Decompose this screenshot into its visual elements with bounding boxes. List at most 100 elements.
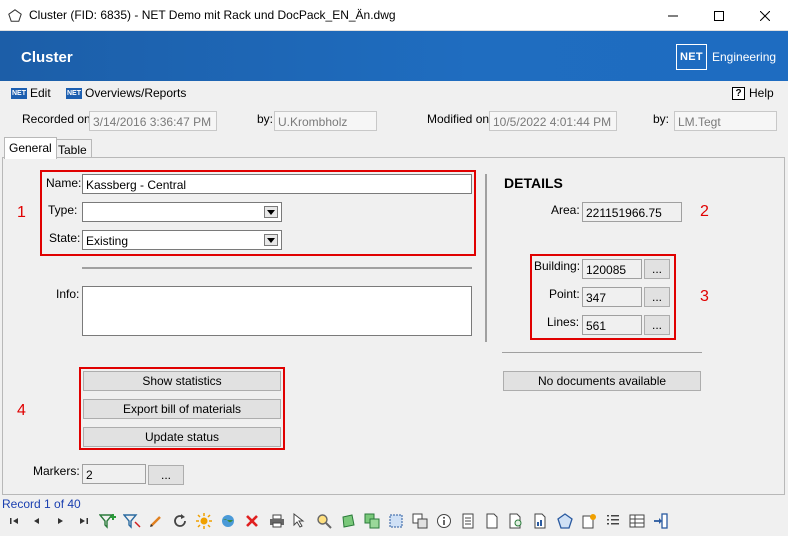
markers-label: Markers: — [33, 464, 80, 478]
modified-by-field: LM.Tegt — [674, 111, 777, 131]
logo-text: Engineering — [712, 50, 777, 64]
form-header: Cluster NET Engineering — [0, 31, 788, 81]
zoom-to-button[interactable] — [218, 511, 238, 531]
new-document-icon — [582, 514, 596, 529]
lines-label: Lines: — [547, 315, 580, 329]
arrange-icon — [607, 515, 619, 525]
maximize-button[interactable] — [696, 0, 742, 31]
title-bar: Cluster (FID: 6835) - NET Demo mit Rack … — [0, 0, 788, 31]
highlight-button[interactable] — [194, 511, 214, 531]
pencil-icon — [150, 516, 161, 527]
net-engineering-logo: NET Engineering — [676, 44, 776, 70]
building-label: Building: — [534, 259, 581, 273]
separator — [82, 267, 472, 269]
markers-field: 2 — [82, 464, 146, 484]
info-textarea[interactable] — [82, 286, 472, 336]
print-button[interactable] — [267, 511, 287, 531]
delete-button[interactable] — [242, 511, 262, 531]
recorded-on-field: 3/14/2016 3:36:47 PM — [89, 111, 217, 131]
building-browse-button[interactable]: ... — [644, 259, 670, 279]
exit-button[interactable] — [651, 511, 671, 531]
tab-general[interactable]: General — [4, 137, 57, 159]
help-menu-label: Help — [749, 86, 774, 100]
modified-on-label: Modified on: — [427, 112, 493, 126]
next-icon — [58, 518, 63, 524]
type-select[interactable] — [82, 202, 282, 222]
globe-refresh-icon — [222, 515, 234, 527]
refresh-icon — [174, 514, 186, 527]
help-icon: ? — [732, 86, 745, 100]
show-statistics-button[interactable]: Show statistics — [83, 371, 281, 391]
annotation-number-1: 1 — [17, 204, 26, 221]
last-record-icon — [80, 518, 88, 524]
copy-shape-button[interactable] — [362, 511, 382, 531]
last-record-button[interactable] — [74, 511, 94, 531]
close-button[interactable] — [742, 0, 788, 31]
shape-button[interactable] — [338, 511, 358, 531]
modified-by-label: by: — [653, 112, 670, 126]
select-area-button[interactable] — [386, 511, 406, 531]
building-field: 120085 — [582, 259, 642, 279]
no-documents-button[interactable]: No documents available — [503, 371, 701, 391]
export-bill-of-materials-button[interactable]: Export bill of materials — [83, 399, 281, 419]
area-label: Area: — [551, 203, 580, 217]
form-title: Cluster — [21, 49, 73, 66]
group-icon — [412, 513, 428, 529]
minimize-icon — [668, 15, 678, 16]
logo-box: NET — [676, 44, 707, 70]
details-separator — [502, 352, 702, 353]
type-label: Type: — [48, 203, 78, 217]
info-label: Info: — [56, 287, 80, 301]
group-button[interactable] — [410, 511, 430, 531]
select-area-icon — [389, 514, 403, 528]
recorded-by-field: U.Krombholz — [274, 111, 377, 131]
magnifier-icon — [317, 514, 332, 529]
tab-table[interactable]: Table — [53, 139, 92, 159]
edit-menu[interactable]: NET Edit — [11, 85, 51, 101]
close-icon — [760, 10, 770, 21]
edit-pencil-button[interactable] — [146, 511, 166, 531]
lines-browse-button[interactable]: ... — [644, 315, 670, 335]
state-select-value: Existing — [86, 234, 129, 248]
report-button[interactable] — [530, 511, 550, 531]
minimize-button[interactable] — [650, 0, 696, 31]
new-document-button[interactable] — [579, 511, 599, 531]
next-record-button[interactable] — [50, 511, 70, 531]
select-button[interactable] — [290, 511, 310, 531]
document-search-button[interactable] — [506, 511, 526, 531]
delete-x-icon — [246, 515, 258, 527]
help-menu[interactable]: ? Help — [732, 85, 774, 101]
overviews-reports-menu[interactable]: NET Overviews/Reports — [66, 85, 186, 101]
modified-on-field: 10/5/2022 4:01:44 PM — [489, 111, 617, 131]
table-view-button[interactable] — [627, 511, 647, 531]
point-browse-button[interactable]: ... — [644, 287, 670, 307]
vertical-separator — [485, 174, 487, 342]
state-select[interactable]: Existing — [82, 230, 282, 250]
markers-browse-button[interactable]: ... — [148, 465, 184, 485]
report-icon — [534, 513, 546, 529]
pentagon-button[interactable] — [555, 511, 575, 531]
zoom-button[interactable] — [314, 511, 334, 531]
filter-button[interactable] — [122, 511, 142, 531]
annotation-number-3: 3 — [700, 288, 709, 305]
green-copy-icon — [364, 513, 380, 529]
first-record-button[interactable] — [4, 511, 24, 531]
cursor-select-icon — [293, 513, 305, 528]
annotation-number-4: 4 — [17, 402, 26, 419]
update-status-button[interactable]: Update status — [83, 427, 281, 447]
info-button[interactable] — [434, 511, 454, 531]
refresh-button[interactable] — [170, 511, 190, 531]
previous-record-button[interactable] — [27, 511, 47, 531]
recorded-on-label: Recorded on: — [22, 112, 95, 126]
add-filter-button[interactable] — [98, 511, 118, 531]
properties-button[interactable] — [458, 511, 478, 531]
edit-menu-label: Edit — [30, 86, 51, 100]
pentagon-icon — [557, 513, 573, 529]
chevron-down-icon — [264, 234, 278, 246]
info-icon — [437, 514, 451, 528]
arrange-button[interactable] — [603, 511, 623, 531]
name-input[interactable]: Kassberg - Central — [82, 174, 472, 194]
area-field: 221151966.75 — [582, 202, 682, 222]
state-label: State: — [49, 231, 81, 245]
document-button[interactable] — [482, 511, 502, 531]
